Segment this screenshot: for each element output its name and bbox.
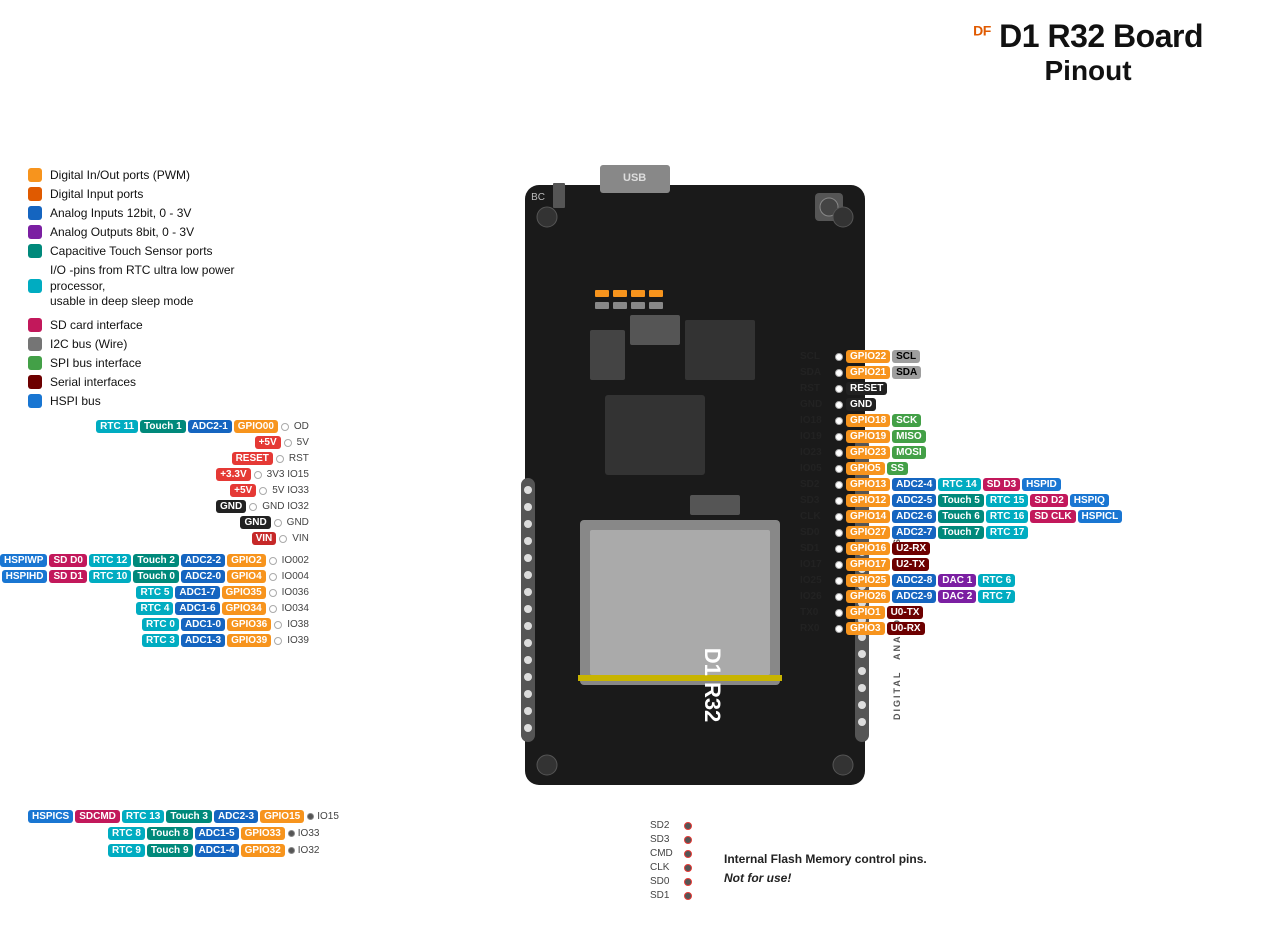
- pin-row-flash-sd0: SD0: [650, 876, 694, 887]
- legend-color-analog-in: [28, 206, 42, 220]
- pin-row-io19: IO19 GPIO19 MISO: [800, 430, 1122, 443]
- legend-item-spi: SPI bus interface: [28, 356, 270, 370]
- pin-row-gpio15: HSPICS SDCMD RTC 13 Touch 3 ADC2-3 GPIO1…: [28, 810, 339, 823]
- pin-row-gpio35: RTC 5 ADC1-7 GPIO35 IO036: [0, 586, 309, 599]
- legend-item-digital-in: Digital Input ports: [28, 187, 270, 201]
- pin-row-io26: IO26 GPIO26 ADC2-9 DAC 2 RTC 7: [800, 590, 1122, 603]
- pin-row-sda: SDA GPIO21 SDA: [800, 366, 1122, 379]
- legend-color-analog-out: [28, 225, 42, 239]
- legend-color-touch: [28, 244, 42, 258]
- left-labels: RTC 11 Touch 1 ADC2-1 GPIO00 OD +5V 5V R…: [0, 420, 309, 650]
- pin-row-flash-sd3: SD3: [650, 834, 694, 845]
- pin-row-33v: +3.3V 3V3 IO15: [0, 468, 309, 481]
- legend-color-digital-in: [28, 187, 42, 201]
- legend-color-pwm: [28, 168, 42, 182]
- pinout-subtitle: Pinout: [973, 55, 1203, 87]
- pin-row-flash-cmd: CMD: [650, 848, 694, 859]
- pin-row-rx0: RX0 GPIO3 U0-RX: [800, 622, 1122, 635]
- pin-row-5v-io33: +5V 5V IO33: [0, 484, 309, 497]
- bottom-left-labels: HSPICS SDCMD RTC 13 Touch 3 ADC2-3 GPIO1…: [28, 810, 339, 861]
- pin-row-gnd-top: GND GND: [800, 398, 1122, 411]
- pin-row-io25: IO25 GPIO25 ADC2-8 DAC 1 RTC 6: [800, 574, 1122, 587]
- legend-item-rtc: I/O -pins from RTC ultra low power proce…: [28, 263, 270, 310]
- pin-row-gpio32: RTC 9 Touch 9 ADC1-4 GPIO32 IO32: [28, 844, 339, 857]
- pin-row-gpio36: RTC 0 ADC1-0 GPIO36 IO38: [0, 618, 309, 631]
- pin-row-scl: SCL GPIO22 SCL: [800, 350, 1122, 363]
- df-brand: DF: [973, 22, 991, 38]
- legend-color-spi: [28, 356, 42, 370]
- title-area: DF D1 R32 Board Pinout: [973, 18, 1203, 87]
- pin-row-sd3: SD3 GPIO12 ADC2-5 Touch 5 RTC 15 SD D2 H…: [800, 494, 1122, 507]
- legend-item-analog-in: Analog Inputs 12bit, 0 - 3V: [28, 206, 270, 220]
- pin-row-gpio2: HSPIWP SD D0 RTC 12 Touch 2 ADC2-2 GPIO2…: [0, 554, 309, 567]
- legend-color-serial: [28, 375, 42, 389]
- pin-row-tx0: TX0 GPIO1 U0-TX: [800, 606, 1122, 619]
- legend-item-hspi: HSPI bus: [28, 394, 270, 408]
- pin-row-flash-sd2: SD2: [650, 820, 694, 831]
- flash-pins: SD2 SD3 CMD CLK SD0 SD1: [650, 820, 694, 904]
- legend-color-sd: [28, 318, 42, 332]
- pin-row-gpio39: RTC 3 ADC1-3 GPIO39 IO39: [0, 634, 309, 647]
- legend-item-touch: Capacitive Touch Sensor ports: [28, 244, 270, 258]
- board-title: DF D1 R32 Board: [973, 18, 1203, 55]
- pin-row-io14: CLK GPIO14 ADC2-6 Touch 6 RTC 16 SD CLK …: [800, 510, 1122, 523]
- pin-row-io05: IO05 GPIO5 SS: [800, 462, 1122, 475]
- pin-row-io23: IO23 GPIO23 MOSI: [800, 446, 1122, 459]
- pin-row-gpio0: RTC 11 Touch 1 ADC2-1 GPIO00 OD: [0, 420, 309, 433]
- pin-row-gnd2: GND GND: [0, 516, 309, 529]
- pin-row-5v: +5V 5V: [0, 436, 309, 449]
- legend-item-pwm: Digital In/Out ports (PWM): [28, 168, 270, 182]
- pin-row-sd2: SD2 GPIO13 ADC2-4 RTC 14 SD D3 HSPID: [800, 478, 1122, 491]
- flash-note: Internal Flash Memory control pins. Not …: [724, 820, 927, 904]
- pin-row-vin: VIN VIN: [0, 532, 309, 545]
- right-labels-top: SCL GPIO22 SCL SDA GPIO21 SDA RST RESET …: [800, 350, 1122, 638]
- pin-row-gpio33: RTC 8 Touch 8 ADC1-5 GPIO33 IO33: [28, 827, 339, 840]
- pin-row-flash-sd1: SD1: [650, 890, 694, 901]
- svg-text:D1 R32: D1 R32: [700, 648, 725, 723]
- legend-item-sd: SD card interface: [28, 318, 270, 332]
- legend: Digital In/Out ports (PWM) Digital Input…: [28, 168, 270, 413]
- legend-color-rtc: [28, 279, 42, 293]
- legend-item-i2c: I2C bus (Wire): [28, 337, 270, 351]
- pin-row-gnd-io32: GND GND IO32: [0, 500, 309, 513]
- pin-row-rst: RST RESET: [800, 382, 1122, 395]
- pin-row-io27: SD0 GPIO27 ADC2-7 Touch 7 RTC 17: [800, 526, 1122, 539]
- legend-item-serial: Serial interfaces: [28, 375, 270, 389]
- pin-row-io16: SD1 GPIO16 U2-RX: [800, 542, 1122, 555]
- pin-row-gpio34: RTC 4 ADC1-6 GPIO34 IO034: [0, 602, 309, 615]
- pin-row-io17: IO17 GPIO17 U2-TX: [800, 558, 1122, 571]
- svg-text:DIGITAL: DIGITAL: [892, 671, 902, 720]
- legend-color-hspi: [28, 394, 42, 408]
- pin-row-io18: IO18 GPIO18 SCK: [800, 414, 1122, 427]
- svg-text:BC: BC: [531, 192, 545, 203]
- flash-memory-section: SD2 SD3 CMD CLK SD0 SD1: [650, 820, 927, 904]
- legend-color-i2c: [28, 337, 42, 351]
- legend-item-analog-out: Analog Outputs 8bit, 0 - 3V: [28, 225, 270, 239]
- pin-row-reset-left: RESET RST: [0, 452, 309, 465]
- pin-row-gpio4: HSPIHD SD D1 RTC 10 Touch 0 ADC2-0 GPIO4…: [0, 570, 309, 583]
- pin-row-flash-clk: CLK: [650, 862, 694, 873]
- svg-text:USB: USB: [623, 172, 646, 184]
